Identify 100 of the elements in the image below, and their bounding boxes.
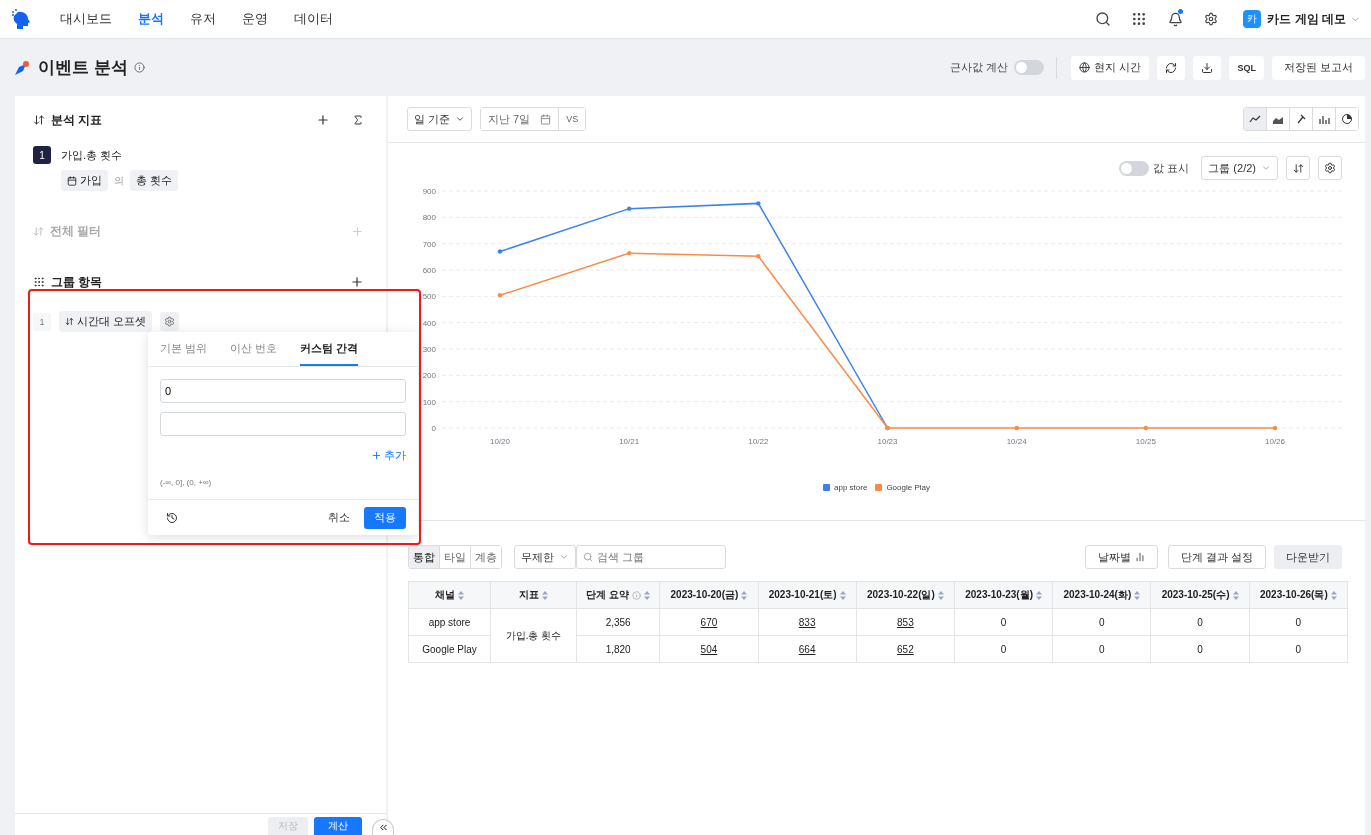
- value-link[interactable]: 664: [798, 643, 816, 655]
- popover-tab[interactable]: 커스텀 간격: [300, 332, 359, 366]
- nav-tab[interactable]: 데이터: [282, 10, 345, 28]
- show-values-toggle[interactable]: [1119, 160, 1150, 176]
- connector-text: 의: [114, 173, 124, 188]
- column-header[interactable]: 2023-10-24(화): [1052, 581, 1151, 609]
- value-link[interactable]: 504: [700, 643, 718, 655]
- approx-toggle[interactable]: [1014, 60, 1045, 75]
- measure-chip[interactable]: 총 횟수: [130, 170, 179, 191]
- sort-icon[interactable]: [1134, 590, 1141, 600]
- info-icon[interactable]: [133, 62, 145, 73]
- sort-icon[interactable]: [542, 590, 548, 600]
- column-header[interactable]: 2023-10-26(목): [1249, 581, 1348, 609]
- apply-button[interactable]: 적용: [364, 506, 406, 529]
- local-time-button[interactable]: 현지 시간: [1071, 55, 1150, 80]
- limit-select[interactable]: 무제한: [514, 545, 576, 569]
- popover-tab[interactable]: 이산 번호: [230, 332, 278, 366]
- cell-value: 0: [1099, 616, 1105, 628]
- rocket-icon: [14, 59, 30, 76]
- popover-tab[interactable]: 기본 범위: [160, 332, 208, 366]
- saved-reports-button[interactable]: 저장된 보고서: [1271, 55, 1365, 80]
- y-axis-label: 600: [422, 266, 436, 275]
- date-range-button[interactable]: 지난 7일: [481, 108, 560, 130]
- group-icon: [33, 276, 45, 288]
- column-header[interactable]: 채널: [408, 581, 491, 609]
- download-button[interactable]: 다운받기: [1274, 545, 1342, 569]
- sort-icon[interactable]: [458, 590, 464, 600]
- logo-icon[interactable]: [10, 8, 32, 30]
- cell-value: 0: [1000, 643, 1007, 655]
- sort-button[interactable]: [1286, 156, 1310, 180]
- search-icon[interactable]: [1095, 11, 1112, 27]
- column-header[interactable]: 지표: [490, 581, 577, 609]
- x-axis-label: 10/23: [877, 437, 898, 446]
- section-title: 그룹 항목: [51, 273, 104, 291]
- sort-icon[interactable]: [937, 590, 944, 600]
- history-icon[interactable]: [166, 511, 178, 524]
- collapse-button[interactable]: [372, 819, 394, 835]
- section-title: 전체 필터: [50, 222, 103, 240]
- sql-button[interactable]: SQL: [1229, 55, 1264, 80]
- chevrons-left-icon: [377, 822, 389, 833]
- run-button[interactable]: 계산: [314, 817, 362, 835]
- sort-icon[interactable]: [741, 590, 748, 600]
- nav-tab[interactable]: 운영: [230, 10, 280, 28]
- table-cell: 1,820: [576, 635, 660, 663]
- add-link[interactable]: 추가: [371, 448, 406, 463]
- metric-name[interactable]: 가입.총 횟수: [61, 147, 123, 163]
- column-header[interactable]: 2023-10-21(토): [758, 581, 857, 609]
- by-date-button[interactable]: 날짜별: [1084, 545, 1158, 569]
- view-tab[interactable]: 통합: [409, 546, 440, 568]
- settings-button[interactable]: [160, 312, 180, 331]
- sort-icon[interactable]: [1036, 590, 1043, 600]
- workspace-avatar: 카: [1243, 10, 1262, 28]
- filter-icon: [33, 225, 44, 237]
- settings-icon: [1324, 162, 1336, 174]
- sort-icon[interactable]: [644, 590, 651, 600]
- step-settings-button[interactable]: 단계 결과 설정: [1167, 545, 1266, 569]
- page-title: 이벤트 분석: [38, 57, 128, 79]
- calendar-icon: [540, 113, 552, 125]
- sort-icon[interactable]: [839, 590, 846, 600]
- value-link[interactable]: 853: [897, 616, 914, 628]
- refresh-button[interactable]: [1157, 55, 1186, 80]
- value-link[interactable]: 652: [897, 643, 914, 655]
- event-chip[interactable]: 가입: [61, 170, 108, 191]
- cell-value: 0: [1197, 616, 1203, 628]
- legend-label[interactable]: Google Play: [886, 482, 930, 492]
- y-axis-label: 100: [422, 397, 436, 407]
- table-cell: app store: [408, 608, 491, 636]
- group-chip[interactable]: 시간대 오프셋: [59, 311, 153, 332]
- search-field[interactable]: 검색 그룹: [576, 545, 726, 569]
- plus-icon[interactable]: [316, 113, 330, 127]
- column-header[interactable]: 2023-10-22(일): [856, 581, 955, 609]
- legend-label[interactable]: app store: [834, 482, 868, 492]
- group-select[interactable]: 그룹 (2/2): [1201, 156, 1278, 180]
- sort-icon[interactable]: [1330, 590, 1337, 600]
- settings-icon[interactable]: [1204, 12, 1219, 26]
- value-link[interactable]: 670: [700, 616, 718, 628]
- column-header[interactable]: 2023-10-20(금): [659, 581, 759, 609]
- nav-tab[interactable]: 분석: [126, 10, 176, 28]
- column-header[interactable]: 단계 요약: [576, 581, 660, 609]
- nav-tab[interactable]: 대시보드: [48, 10, 124, 28]
- workspace-selector[interactable]: 카드 게임 데모: [1267, 10, 1346, 28]
- nav-tab[interactable]: 유저: [178, 10, 228, 28]
- y-axis-label: 0: [431, 424, 436, 433]
- section-title: 분석 지표: [51, 111, 104, 129]
- notification-bell-icon[interactable]: [1167, 11, 1183, 27]
- settings-button[interactable]: [1318, 156, 1342, 180]
- group-index: 1: [33, 312, 51, 331]
- cancel-button[interactable]: 취소: [322, 509, 356, 526]
- column-header[interactable]: 2023-10-23(월): [954, 581, 1053, 609]
- plus-icon[interactable]: [350, 275, 364, 289]
- granularity-select[interactable]: 일 기준: [407, 107, 473, 131]
- sigma-icon[interactable]: [352, 114, 364, 126]
- download-button[interactable]: [1193, 55, 1222, 80]
- value-link[interactable]: 833: [798, 616, 816, 628]
- sort-icon[interactable]: [1232, 590, 1239, 600]
- y-axis-label: 700: [422, 239, 436, 249]
- interval-input[interactable]: 0: [160, 379, 406, 403]
- apps-grid-icon[interactable]: [1131, 11, 1148, 27]
- interval-input[interactable]: [160, 412, 406, 436]
- column-header[interactable]: 2023-10-25(수): [1151, 581, 1250, 609]
